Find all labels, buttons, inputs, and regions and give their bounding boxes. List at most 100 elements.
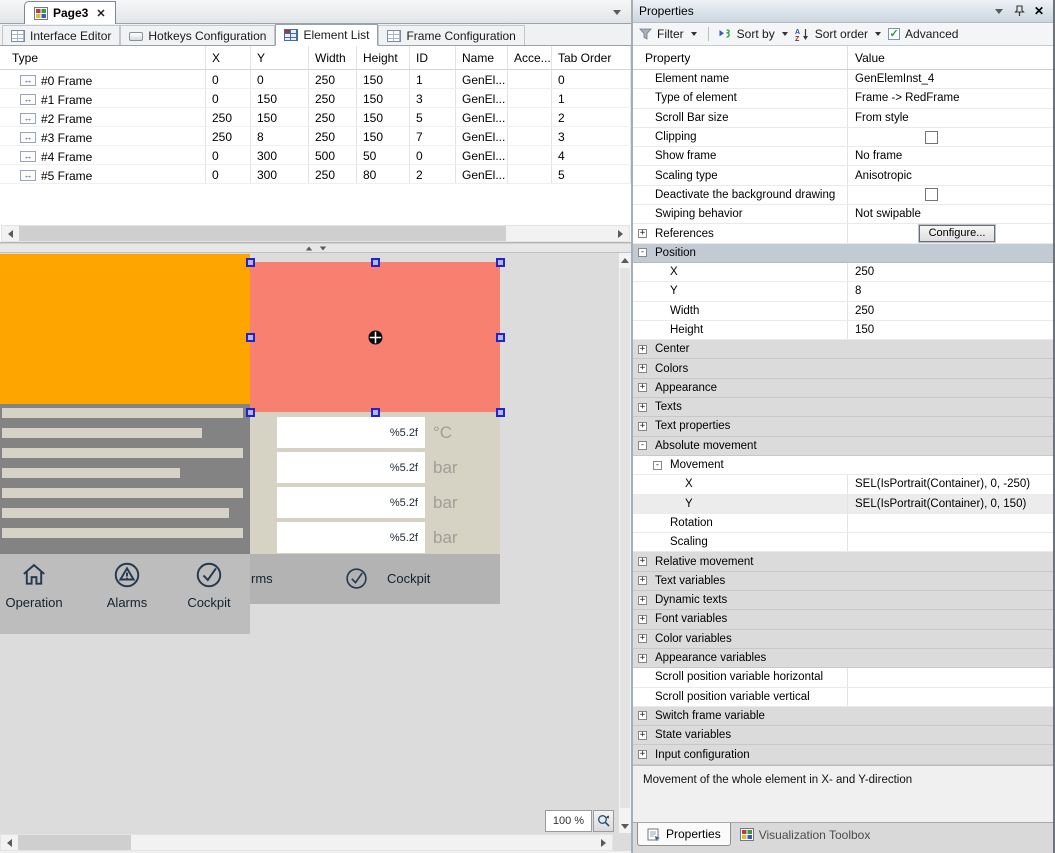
expand-toggle[interactable]: + xyxy=(638,383,647,392)
property-value[interactable] xyxy=(848,417,1053,435)
tab-overflow-caret-icon[interactable] xyxy=(613,10,621,15)
property-value[interactable] xyxy=(848,128,1053,146)
tab-properties-bottom[interactable]: Properties xyxy=(637,823,731,846)
property-row-input-configuration[interactable]: +Input configuration xyxy=(633,745,1053,764)
expand-toggle[interactable]: + xyxy=(638,596,647,605)
property-value[interactable] xyxy=(848,514,1053,532)
tab-interface-editor[interactable]: Interface Editor xyxy=(2,25,120,45)
property-value[interactable] xyxy=(848,437,1053,455)
value-input-field[interactable]: %5.2f xyxy=(277,417,425,448)
property-value[interactable] xyxy=(848,610,1053,628)
property-value[interactable]: 250 xyxy=(848,302,1053,320)
property-row-text-properties[interactable]: +Text properties xyxy=(633,417,1053,436)
property-row-appearance-variables[interactable]: +Appearance variables xyxy=(633,649,1053,668)
table-row[interactable]: ↔#1 Frame01502501503GenEl...1 xyxy=(0,89,631,108)
column-header-x[interactable]: X xyxy=(206,46,251,69)
column-header-y[interactable]: Y xyxy=(251,46,309,69)
property-value[interactable] xyxy=(848,186,1053,204)
property-value[interactable] xyxy=(848,668,1053,686)
expand-toggle[interactable]: + xyxy=(638,731,647,740)
property-value[interactable] xyxy=(848,398,1053,416)
property-value[interactable] xyxy=(848,340,1053,358)
configure-button[interactable]: Configure... xyxy=(919,225,995,242)
scroll-thumb[interactable] xyxy=(18,835,131,850)
scroll-thumb[interactable] xyxy=(620,268,630,808)
property-row-references[interactable]: +ReferencesConfigure... xyxy=(633,224,1053,243)
zoom-button[interactable] xyxy=(593,810,614,832)
property-row-deactivate-the-background-drawing[interactable]: +Deactivate the background drawing xyxy=(633,186,1053,205)
selection-handle[interactable] xyxy=(371,408,380,417)
expand-toggle[interactable]: + xyxy=(638,403,647,412)
property-value[interactable] xyxy=(848,379,1053,397)
property-row-show-frame[interactable]: +Show frameNo frame xyxy=(633,147,1053,166)
property-row-swiping-behavior[interactable]: +Swiping behaviorNot swipable xyxy=(633,205,1053,224)
sort-by-button[interactable]: Sort by xyxy=(737,27,775,41)
property-value[interactable]: Anisotropic xyxy=(848,166,1053,184)
property-row-scaling-type[interactable]: +Scaling typeAnisotropic xyxy=(633,166,1053,185)
selection-handle[interactable] xyxy=(246,258,255,267)
expand-toggle[interactable]: - xyxy=(638,441,647,450)
scroll-left-icon[interactable] xyxy=(1,835,18,850)
property-value[interactable] xyxy=(848,591,1053,609)
scroll-thumb[interactable] xyxy=(19,226,506,241)
property-row-y[interactable]: +YSEL(IsPortrait(Container), 0, 150) xyxy=(633,495,1053,514)
column-header-acce[interactable]: Acce... xyxy=(508,46,552,69)
table-row[interactable]: ↔#5 Frame0300250802GenEl...5 xyxy=(0,165,631,184)
property-row-switch-frame-variable[interactable]: +Switch frame variable xyxy=(633,707,1053,726)
expand-toggle[interactable]: + xyxy=(638,576,647,585)
expand-toggle[interactable]: + xyxy=(638,422,647,431)
expand-toggle[interactable]: + xyxy=(638,634,647,643)
property-row-height[interactable]: +Height150 xyxy=(633,321,1053,340)
tab-hotkeys-configuration[interactable]: Hotkeys Configuration xyxy=(120,25,275,45)
property-value[interactable]: GenElemInst_4 xyxy=(848,70,1053,88)
property-row-x[interactable]: +X250 xyxy=(633,263,1053,282)
property-row-dynamic-texts[interactable]: +Dynamic texts xyxy=(633,591,1053,610)
selection-handle[interactable] xyxy=(246,333,255,342)
property-value[interactable] xyxy=(848,552,1053,570)
scroll-track[interactable] xyxy=(18,835,595,850)
property-row-colors[interactable]: +Colors xyxy=(633,359,1053,378)
scroll-up-icon[interactable] xyxy=(619,253,631,267)
expand-toggle[interactable]: + xyxy=(638,364,647,373)
property-row-scroll-position-variable-vertical[interactable]: +Scroll position variable vertical xyxy=(633,688,1053,707)
property-value[interactable] xyxy=(848,244,1053,262)
selection-handle[interactable] xyxy=(371,258,380,267)
filter-button[interactable]: Filter xyxy=(657,27,684,41)
column-header-tab-order[interactable]: Tab Order xyxy=(552,46,631,69)
expand-toggle[interactable]: + xyxy=(638,557,647,566)
property-row-scaling[interactable]: +Scaling xyxy=(633,533,1053,552)
property-value[interactable]: 8 xyxy=(848,282,1053,300)
property-row-element-name[interactable]: +Element nameGenElemInst_4 xyxy=(633,70,1053,89)
selection-handle[interactable] xyxy=(496,258,505,267)
expand-toggle[interactable]: + xyxy=(638,229,647,238)
zoom-level-box[interactable]: 100 % xyxy=(545,810,592,832)
property-row-x[interactable]: +XSEL(IsPortrait(Container), 0, -250) xyxy=(633,475,1053,494)
selection-handle[interactable] xyxy=(246,408,255,417)
expand-toggle[interactable]: + xyxy=(638,750,647,759)
property-column-header[interactable]: Property xyxy=(633,46,848,69)
scroll-down-icon[interactable] xyxy=(619,819,631,833)
scroll-right-icon[interactable] xyxy=(612,226,629,241)
property-row-text-variables[interactable]: +Text variables xyxy=(633,572,1053,591)
property-row-movement[interactable]: -Movement xyxy=(633,456,1053,475)
splitter-up-icon[interactable] xyxy=(305,246,311,250)
column-header-type[interactable]: Type xyxy=(0,46,206,69)
nav-item-operation[interactable]: Operation xyxy=(0,560,69,610)
tab-visualization-toolbox[interactable]: Visualization Toolbox xyxy=(731,823,880,846)
column-header-name[interactable]: Name xyxy=(456,46,508,69)
splitter-down-icon[interactable] xyxy=(319,246,325,250)
nav-item-alarms[interactable]: Alarms xyxy=(92,560,162,610)
property-row-scroll-bar-size[interactable]: +Scroll Bar sizeFrom style xyxy=(633,109,1053,128)
column-header-id[interactable]: ID xyxy=(410,46,456,69)
bars-frame[interactable] xyxy=(0,404,250,554)
property-value[interactable] xyxy=(848,456,1053,474)
property-value[interactable] xyxy=(848,649,1053,667)
expand-toggle[interactable]: + xyxy=(638,615,647,624)
property-row-appearance[interactable]: +Appearance xyxy=(633,379,1053,398)
property-row-font-variables[interactable]: +Font variables xyxy=(633,610,1053,629)
property-value[interactable] xyxy=(848,726,1053,744)
expand-toggle[interactable]: - xyxy=(638,248,647,257)
close-icon[interactable]: ✕ xyxy=(1031,3,1047,19)
property-row-width[interactable]: +Width250 xyxy=(633,302,1053,321)
property-row-relative-movement[interactable]: +Relative movement xyxy=(633,552,1053,571)
